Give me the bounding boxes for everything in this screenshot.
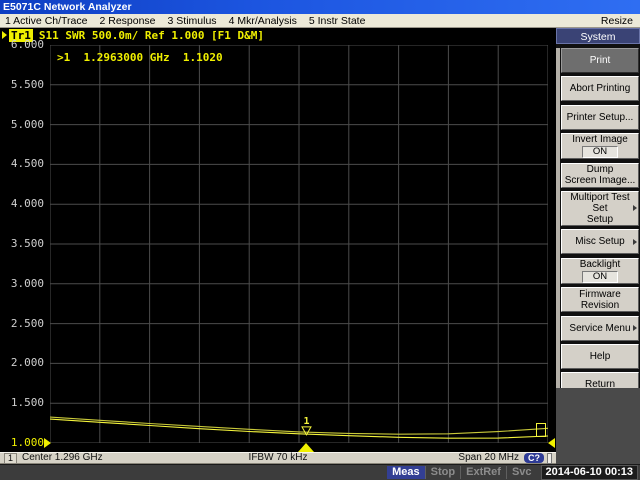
y-tick-label: 2.000 [0, 357, 44, 369]
softkey-menu-title: System [556, 28, 640, 44]
menu-item-5-instr-state[interactable]: 5 Instr State [309, 15, 374, 27]
sidebar-bottom-panel [556, 388, 640, 464]
softkey-label: Firmware Revision [579, 289, 621, 311]
softkey-service-menu[interactable]: Service Menu [561, 316, 639, 341]
submenu-arrow-icon [633, 205, 637, 211]
marker-stimulus-icon[interactable] [298, 443, 314, 452]
trace-settings-text: S11 SWR 500.0m/ Ref 1.000 [F1 D&M] [39, 29, 264, 42]
instrument-screen: E5071C Network Analyzer 1 Active Ch/Trac… [0, 0, 640, 480]
softkey-printer-setup[interactable]: Printer Setup... [561, 105, 639, 130]
softkey-print[interactable]: Print [561, 48, 639, 73]
y-tick-label: 1.500 [0, 397, 44, 409]
menu-item-3-stimulus[interactable]: 3 Stimulus [168, 15, 225, 27]
y-tick-label: 2.500 [0, 318, 44, 330]
menubar: 1 Active Ch/Trace 2 Response 3 Stimulus 4 M… [0, 14, 640, 28]
softkey-label: Invert Image [572, 134, 628, 145]
softkey-backlight[interactable]: BacklightON [561, 258, 639, 284]
window-title: E5071C Network Analyzer [3, 1, 132, 13]
extref-status-label: ExtRef [460, 466, 506, 479]
marker-readout: >1 1.2963000 GHz 1.1020 [57, 51, 223, 64]
marker-1-number: 1 [303, 416, 309, 427]
sidebar-buttons: Print Abort Printing Printer Setup... Inver… [561, 48, 639, 388]
softkey-label: Print [590, 55, 611, 66]
y-tick-label: 4.500 [0, 158, 44, 170]
trace-end-marker-icon [537, 424, 546, 437]
softkey-help[interactable]: Help [561, 344, 639, 369]
softkey-label: Backlight [580, 259, 621, 270]
softkey-firmware[interactable]: Firmware Revision [561, 287, 639, 312]
softkey-misc-setup[interactable]: Misc Setup [561, 229, 639, 254]
softkey-label: Abort Printing [570, 83, 631, 94]
softkey-abort-printing[interactable]: Abort Printing [561, 76, 639, 101]
meas-status-badge: Meas [387, 466, 425, 479]
softkey-label: Multiport Test Set Setup [562, 192, 638, 225]
svc-status-label: Svc [506, 466, 537, 479]
datetime-label: 2014-06-10 00:13 [541, 465, 638, 480]
reference-level-left-icon [44, 438, 51, 448]
softkey-label: Help [590, 351, 611, 362]
softkey-sidebar: System Print Abort Printing Printer Setup.… [556, 28, 640, 464]
menu-item-2-response[interactable]: 2 Response [99, 15, 163, 27]
softkey-label: Service Menu [569, 323, 630, 334]
y-tick-label: 4.000 [0, 198, 44, 210]
y-tick-label: 6.000 [0, 39, 44, 51]
menubar-items: 1 Active Ch/Trace 2 Response 3 Stimulus 4 M… [5, 15, 377, 27]
menu-item-1-active-ch-trace[interactable]: 1 Active Ch/Trace [5, 15, 95, 27]
channel-status-strip: 1 Center 1.296 GHz IFBW 70 kHz Span 20 M… [0, 452, 556, 464]
plot-area[interactable]: 1 [50, 45, 548, 443]
reference-level-right-icon [548, 438, 555, 448]
y-tick-label: 5.000 [0, 119, 44, 131]
y-tick-label: 3.000 [0, 278, 44, 290]
menu-item-resize[interactable]: Resize [601, 15, 635, 27]
softkey-value: ON [582, 271, 618, 283]
status-bar: Meas Stop ExtRef Svc 2014-06-10 00:13 [0, 464, 640, 480]
softkey-invert-image[interactable]: Invert ImageON [561, 133, 639, 159]
softkey-value: ON [582, 146, 618, 158]
softkey-label: Misc Setup [575, 236, 624, 247]
stop-status-label: Stop [425, 466, 460, 479]
menu-item-4-mkr-analysis[interactable]: 4 Mkr/Analysis [229, 15, 305, 27]
y-tick-label: 5.500 [0, 79, 44, 91]
submenu-arrow-icon [633, 239, 637, 245]
softkey-multiport-test-set[interactable]: Multiport Test Set Setup [561, 191, 639, 226]
window-titlebar[interactable]: E5071C Network Analyzer [0, 0, 640, 14]
active-trace-arrow-icon [2, 31, 7, 39]
softkey-left-strip [556, 48, 560, 388]
y-tick-label: 3.500 [0, 238, 44, 250]
softkey-label: Dump Screen Image... [565, 164, 636, 186]
softkey-label: Printer Setup... [567, 112, 634, 123]
ifbw-label: IFBW 70 kHz [0, 453, 556, 463]
submenu-arrow-icon [633, 325, 637, 331]
y-tick-label-reference: 1.000 [0, 437, 44, 449]
softkey-dump[interactable]: Dump Screen Image... [561, 163, 639, 188]
